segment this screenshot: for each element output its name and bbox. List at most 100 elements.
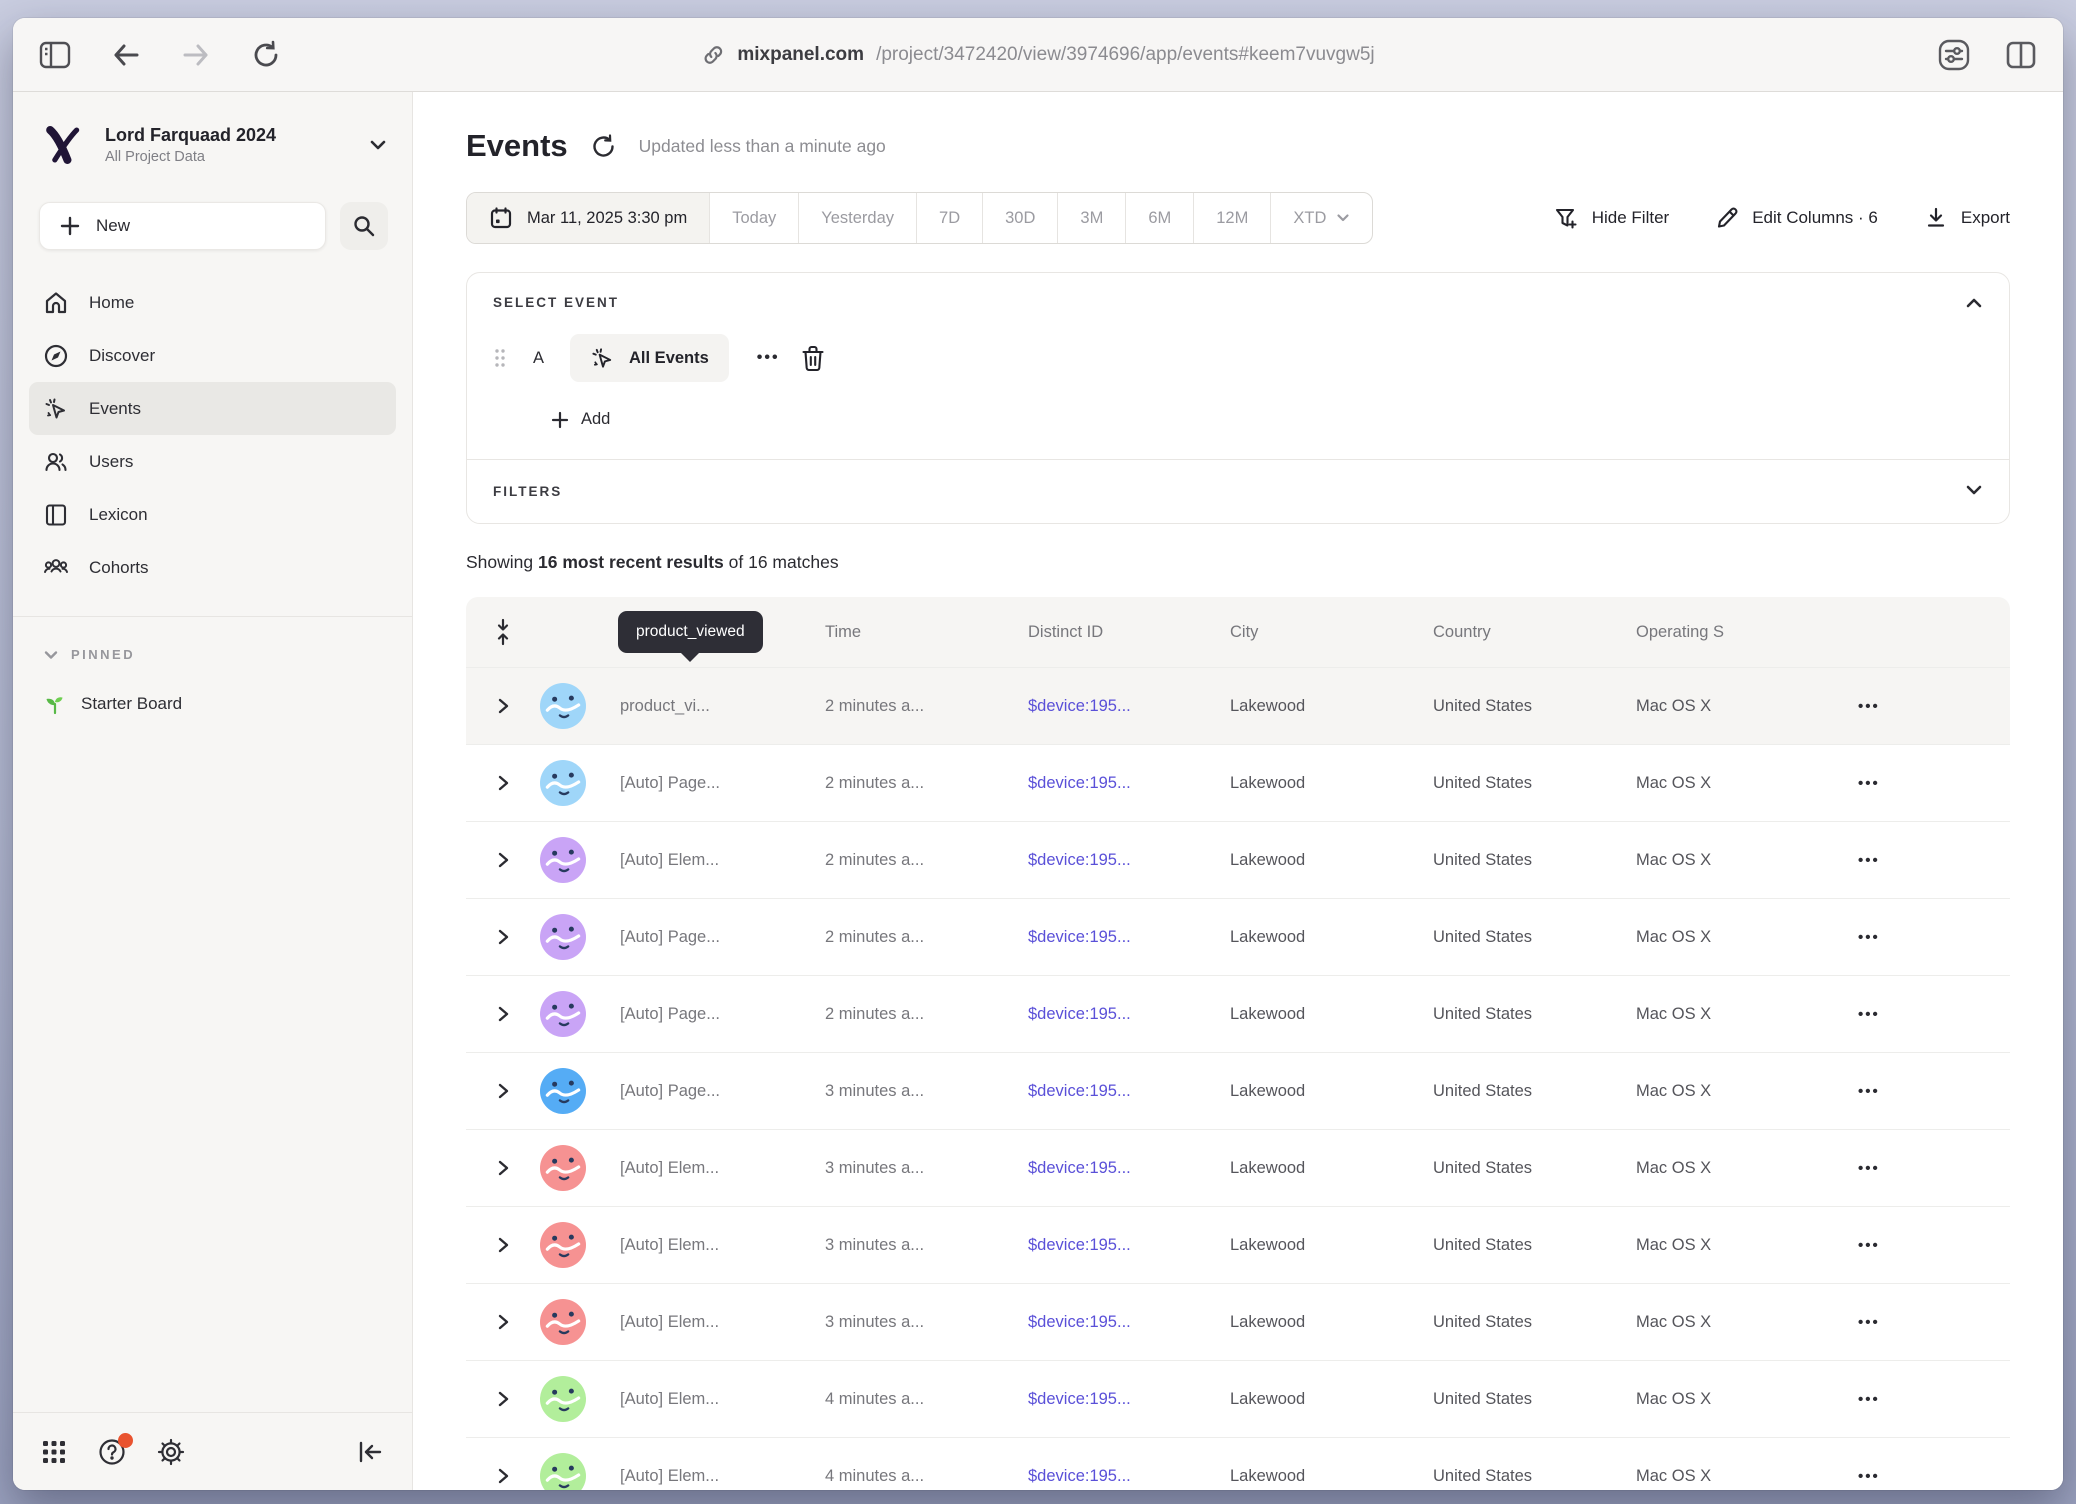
sidebar-item-users[interactable]: Users <box>29 435 396 488</box>
distinct-id-link[interactable]: $device:195... <box>1028 774 1230 793</box>
collapse-section-icon[interactable] <box>1965 297 1983 309</box>
hide-filter-button[interactable]: Hide Filter <box>1554 206 1669 230</box>
expand-row-icon[interactable] <box>496 773 510 793</box>
table-row[interactable]: [Auto] Elem... 3 minutes a... $device:19… <box>466 1206 2010 1283</box>
chevron-down-icon[interactable] <box>368 138 388 152</box>
table-row[interactable]: [Auto] Elem... 3 minutes a... $device:19… <box>466 1283 2010 1360</box>
table-row[interactable]: [Auto] Page... 2 minutes a... $device:19… <box>466 744 2010 821</box>
refresh-icon[interactable] <box>590 133 617 160</box>
url-bar[interactable]: mixpanel.com/project/3472420/view/397469… <box>701 43 1374 67</box>
date-picker-segment[interactable]: Mar 11, 2025 3:30 pm <box>467 193 709 243</box>
event-more-menu[interactable]: ••• <box>757 349 780 367</box>
gear-icon[interactable] <box>157 1438 185 1466</box>
country-cell: United States <box>1433 1236 1636 1255</box>
expand-row-icon[interactable] <box>496 1004 510 1024</box>
row-actions-menu[interactable]: ••• <box>1858 1006 1880 1023</box>
column-header-distinct-id[interactable]: Distinct ID <box>1028 623 1230 642</box>
distinct-id-link[interactable]: $device:195... <box>1028 928 1230 947</box>
event-selector-chip[interactable]: All Events <box>570 334 729 382</box>
table-row[interactable]: product_vi... 2 minutes a... $device:195… <box>466 667 2010 744</box>
distinct-id-link[interactable]: $device:195... <box>1028 1005 1230 1024</box>
sidebar-item-starter-board[interactable]: Starter Board <box>13 662 412 716</box>
browser-customize-icon[interactable] <box>1937 38 1971 72</box>
back-icon[interactable] <box>111 42 141 68</box>
table-row[interactable]: [Auto] Page... 2 minutes a... $device:19… <box>466 898 2010 975</box>
distinct-id-link[interactable]: $device:195... <box>1028 1313 1230 1332</box>
export-button[interactable]: Export <box>1924 206 2010 230</box>
reload-icon[interactable] <box>251 40 281 70</box>
expand-section-icon[interactable] <box>1965 484 1983 496</box>
table-row[interactable]: [Auto] Elem... 4 minutes a... $device:19… <box>466 1437 2010 1490</box>
row-actions-menu[interactable]: ••• <box>1858 852 1880 869</box>
row-actions-menu[interactable]: ••• <box>1858 1391 1880 1408</box>
distinct-id-link[interactable]: $device:195... <box>1028 851 1230 870</box>
edit-columns-button[interactable]: Edit Columns · 6 <box>1715 206 1878 230</box>
distinct-id-link[interactable]: $device:195... <box>1028 1236 1230 1255</box>
country-cell: United States <box>1433 697 1636 716</box>
sidebar-item-events[interactable]: Events <box>29 382 396 435</box>
row-actions-menu[interactable]: ••• <box>1858 1314 1880 1331</box>
sidebar-item-cohorts[interactable]: Cohorts <box>29 541 396 594</box>
row-actions-menu[interactable]: ••• <box>1858 1083 1880 1100</box>
collapse-sidebar-icon[interactable] <box>356 1439 384 1465</box>
new-button[interactable]: New <box>39 202 326 250</box>
expand-row-icon[interactable] <box>496 1466 510 1486</box>
distinct-id-link[interactable]: $device:195... <box>1028 697 1230 716</box>
apps-grid-icon[interactable] <box>41 1439 67 1465</box>
pinned-section-header[interactable]: PINNED <box>13 617 412 662</box>
range-7d[interactable]: 7D <box>916 193 982 243</box>
table-row[interactable]: [Auto] Elem... 3 minutes a... $device:19… <box>466 1129 2010 1206</box>
trash-icon[interactable] <box>800 344 826 372</box>
distinct-id-link[interactable]: $device:195... <box>1028 1159 1230 1178</box>
drag-handle-icon[interactable] <box>493 347 507 369</box>
sidebar-item-lexicon[interactable]: Lexicon <box>29 488 396 541</box>
collapse-all-rows-icon[interactable] <box>492 618 514 646</box>
column-header-country[interactable]: Country <box>1433 623 1636 642</box>
expand-row-icon[interactable] <box>496 1235 510 1255</box>
table-row[interactable]: [Auto] Page... 2 minutes a... $device:19… <box>466 975 2010 1052</box>
browser-sidebar-toggle-icon[interactable] <box>39 41 71 69</box>
range-xtd[interactable]: XTD <box>1270 193 1372 243</box>
expand-row-icon[interactable] <box>496 1158 510 1178</box>
distinct-id-link[interactable]: $device:195... <box>1028 1467 1230 1486</box>
forward-icon[interactable] <box>181 42 211 68</box>
row-actions-menu[interactable]: ••• <box>1858 698 1880 715</box>
expand-row-icon[interactable] <box>496 1081 510 1101</box>
table-row[interactable]: [Auto] Elem... 2 minutes a... $device:19… <box>466 821 2010 898</box>
expand-row-icon[interactable] <box>496 1312 510 1332</box>
table-row[interactable]: [Auto] Elem... 4 minutes a... $device:19… <box>466 1360 2010 1437</box>
distinct-id-link[interactable]: $device:195... <box>1028 1082 1230 1101</box>
column-header-os[interactable]: Operating S <box>1636 623 1828 642</box>
range-today[interactable]: Today <box>709 193 798 243</box>
column-header-city[interactable]: City <box>1230 623 1433 642</box>
split-view-icon[interactable] <box>2005 40 2037 70</box>
os-cell: Mac OS X <box>1636 851 1828 870</box>
expand-row-icon[interactable] <box>496 696 510 716</box>
event-avatar <box>540 1222 586 1268</box>
row-actions-menu[interactable]: ••• <box>1858 775 1880 792</box>
row-actions-menu[interactable]: ••• <box>1858 1237 1880 1254</box>
row-actions-menu[interactable]: ••• <box>1858 929 1880 946</box>
event-name-cell: [Auto] Page... <box>620 1082 825 1101</box>
expand-row-icon[interactable] <box>496 1389 510 1409</box>
table-row[interactable]: [Auto] Page... 3 minutes a... $device:19… <box>466 1052 2010 1129</box>
city-cell: Lakewood <box>1230 1082 1433 1101</box>
range-6m[interactable]: 6M <box>1125 193 1193 243</box>
expand-row-icon[interactable] <box>496 850 510 870</box>
city-cell: Lakewood <box>1230 774 1433 793</box>
range-yesterday[interactable]: Yesterday <box>798 193 916 243</box>
search-button[interactable] <box>340 202 388 250</box>
column-header-time[interactable]: Time <box>825 623 1028 642</box>
add-event-button[interactable]: Add <box>551 410 1983 429</box>
range-30d[interactable]: 30D <box>982 193 1057 243</box>
sidebar-item-label: Lexicon <box>89 505 148 525</box>
sidebar-item-home[interactable]: Home <box>29 276 396 329</box>
project-switcher[interactable]: Lord Farquaad 2024 All Project Data <box>13 92 412 178</box>
row-actions-menu[interactable]: ••• <box>1858 1160 1880 1177</box>
row-actions-menu[interactable]: ••• <box>1858 1468 1880 1485</box>
sidebar-item-discover[interactable]: Discover <box>29 329 396 382</box>
distinct-id-link[interactable]: $device:195... <box>1028 1390 1230 1409</box>
expand-row-icon[interactable] <box>496 927 510 947</box>
range-3m[interactable]: 3M <box>1057 193 1125 243</box>
range-12m[interactable]: 12M <box>1193 193 1270 243</box>
